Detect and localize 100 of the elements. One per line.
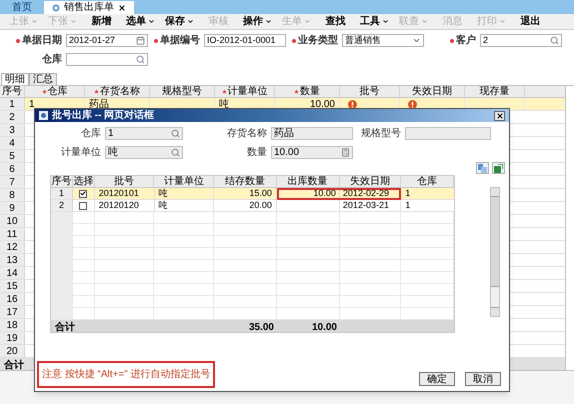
search-icon[interactable]: [136, 55, 145, 64]
dialog-title: 批号出库 -- 网页对话框: [52, 108, 156, 123]
batch-row[interactable]: 1 20120101 吨 15.00 10.00 2012-02-29 1: [51, 188, 454, 200]
table-cell: 吨: [154, 200, 214, 211]
checkbox[interactable]: [79, 202, 88, 210]
row-number: 12: [0, 241, 25, 253]
row-number: 9: [0, 202, 25, 214]
table-cell: 2012-03-21: [340, 200, 402, 212]
table-cell: 20120120: [94, 200, 154, 211]
column-header: 序号: [2, 84, 22, 99]
toolbar-button[interactable]: 工具: [355, 14, 394, 28]
column-header: 仓库: [48, 84, 68, 99]
caret-icon: [187, 18, 194, 25]
dialog-button[interactable]: 确定: [419, 372, 455, 386]
window-icon: [39, 111, 48, 120]
select-field[interactable]: 普通销售: [342, 34, 424, 47]
tab[interactable]: 销售出库单: [44, 1, 134, 14]
column-header: 计量单位: [228, 84, 268, 98]
dropdown-icon[interactable]: [412, 36, 421, 45]
row-number: 13: [0, 254, 25, 266]
toolbar-button[interactable]: 选单: [121, 14, 160, 28]
total-stock: 35.00: [248, 321, 275, 332]
table-cell-text: 1: [404, 188, 412, 199]
table-cell: 15.00: [214, 188, 277, 199]
search-field[interactable]: 吨: [105, 146, 183, 159]
row-number: 2: [51, 200, 73, 211]
row-number: 15: [0, 280, 25, 292]
field-label: 单据日期: [22, 34, 62, 48]
search-icon[interactable]: [550, 36, 559, 45]
toolbar-button[interactable]: 查找: [316, 14, 355, 28]
column-header: 出库数量: [276, 176, 340, 187]
row-number: 11: [0, 228, 25, 240]
field-label: 客户: [456, 33, 476, 48]
search-icon[interactable]: [171, 129, 180, 138]
close-button[interactable]: [494, 110, 505, 120]
field-label: 仓库: [80, 126, 102, 141]
row-number: 16: [0, 293, 25, 305]
field-label: 存货名称: [226, 127, 268, 141]
column-header: 规格型号: [162, 84, 202, 99]
checkbox[interactable]: [79, 190, 88, 198]
search-field[interactable]: [66, 53, 148, 66]
caret-icon: [148, 18, 155, 25]
caret-icon: [70, 18, 77, 25]
row-number: 3: [0, 124, 25, 136]
table-cell: 20120101: [94, 188, 154, 199]
batch-row[interactable]: 2 20120120 吨 20.00 2012-03-21 1: [51, 200, 454, 212]
calc-field[interactable]: 10.00: [271, 146, 353, 159]
text-field[interactable]: IO-2012-01-0001: [204, 34, 286, 47]
search-field[interactable]: 1: [105, 127, 183, 140]
tab[interactable]: 汇总: [29, 73, 57, 85]
date-field[interactable]: 2012-01-27: [66, 34, 148, 47]
row-number: 5: [0, 150, 25, 162]
row-number: 19: [0, 332, 25, 344]
toolbar-button[interactable]: 操作: [238, 14, 277, 28]
field-label: 单据编号: [160, 34, 200, 48]
text-field[interactable]: 药品: [271, 127, 353, 140]
search-field[interactable]: 2: [480, 34, 562, 47]
field-label: 业务类型: [298, 34, 338, 48]
export-button[interactable]: [492, 162, 505, 174]
column-header: 失效日期: [340, 176, 402, 187]
close-icon[interactable]: [118, 4, 126, 12]
column-header: 计量单位: [154, 176, 214, 187]
tab[interactable]: 明细: [1, 73, 29, 85]
row-number: 1: [0, 98, 25, 110]
row-number: 18: [0, 319, 25, 331]
row-number: 6: [0, 163, 25, 175]
column-header: 仓库: [401, 176, 454, 187]
row-number: 10: [0, 215, 25, 227]
calculator-icon[interactable]: [341, 148, 350, 157]
copy-button[interactable]: [476, 162, 489, 174]
toolbar-button[interactable]: 新增: [82, 14, 121, 28]
field-label: 计量单位: [60, 146, 102, 160]
total-label: 合计: [3, 358, 25, 370]
calendar-icon[interactable]: [136, 36, 145, 45]
row-number: 1: [51, 188, 73, 199]
column-header: 选择: [72, 176, 95, 187]
scrollbar[interactable]: [490, 187, 500, 317]
dialog-button[interactable]: 取消: [465, 372, 501, 386]
row-number: 7: [0, 176, 25, 188]
table-cell: 20.00: [214, 200, 277, 211]
row-number: 8: [0, 189, 25, 201]
column-header: 结存数量: [214, 176, 277, 187]
text-field[interactable]: [405, 127, 491, 140]
shortcut-note: 注意 按快捷 “Alt+=” 进行自动指定批号: [37, 361, 216, 388]
caret-icon: [499, 18, 506, 25]
row-number: 17: [0, 306, 25, 318]
row-number: 2: [0, 111, 25, 123]
caret-icon: [382, 18, 389, 25]
total-out-quantity: 10.00: [310, 321, 338, 332]
total-label: 合计: [54, 320, 76, 332]
toolbar-button[interactable]: 退出: [511, 14, 550, 28]
table-cell: 吨: [154, 188, 214, 199]
table-cell-text: 1: [404, 200, 412, 211]
search-icon[interactable]: [171, 148, 180, 157]
close-icon: [496, 112, 504, 120]
row-number: 20: [0, 345, 25, 357]
spreadsheet-icon: [494, 164, 503, 172]
caret-icon: [421, 18, 428, 25]
caret-icon: [304, 18, 311, 25]
toolbar-button[interactable]: 保存: [160, 14, 199, 28]
